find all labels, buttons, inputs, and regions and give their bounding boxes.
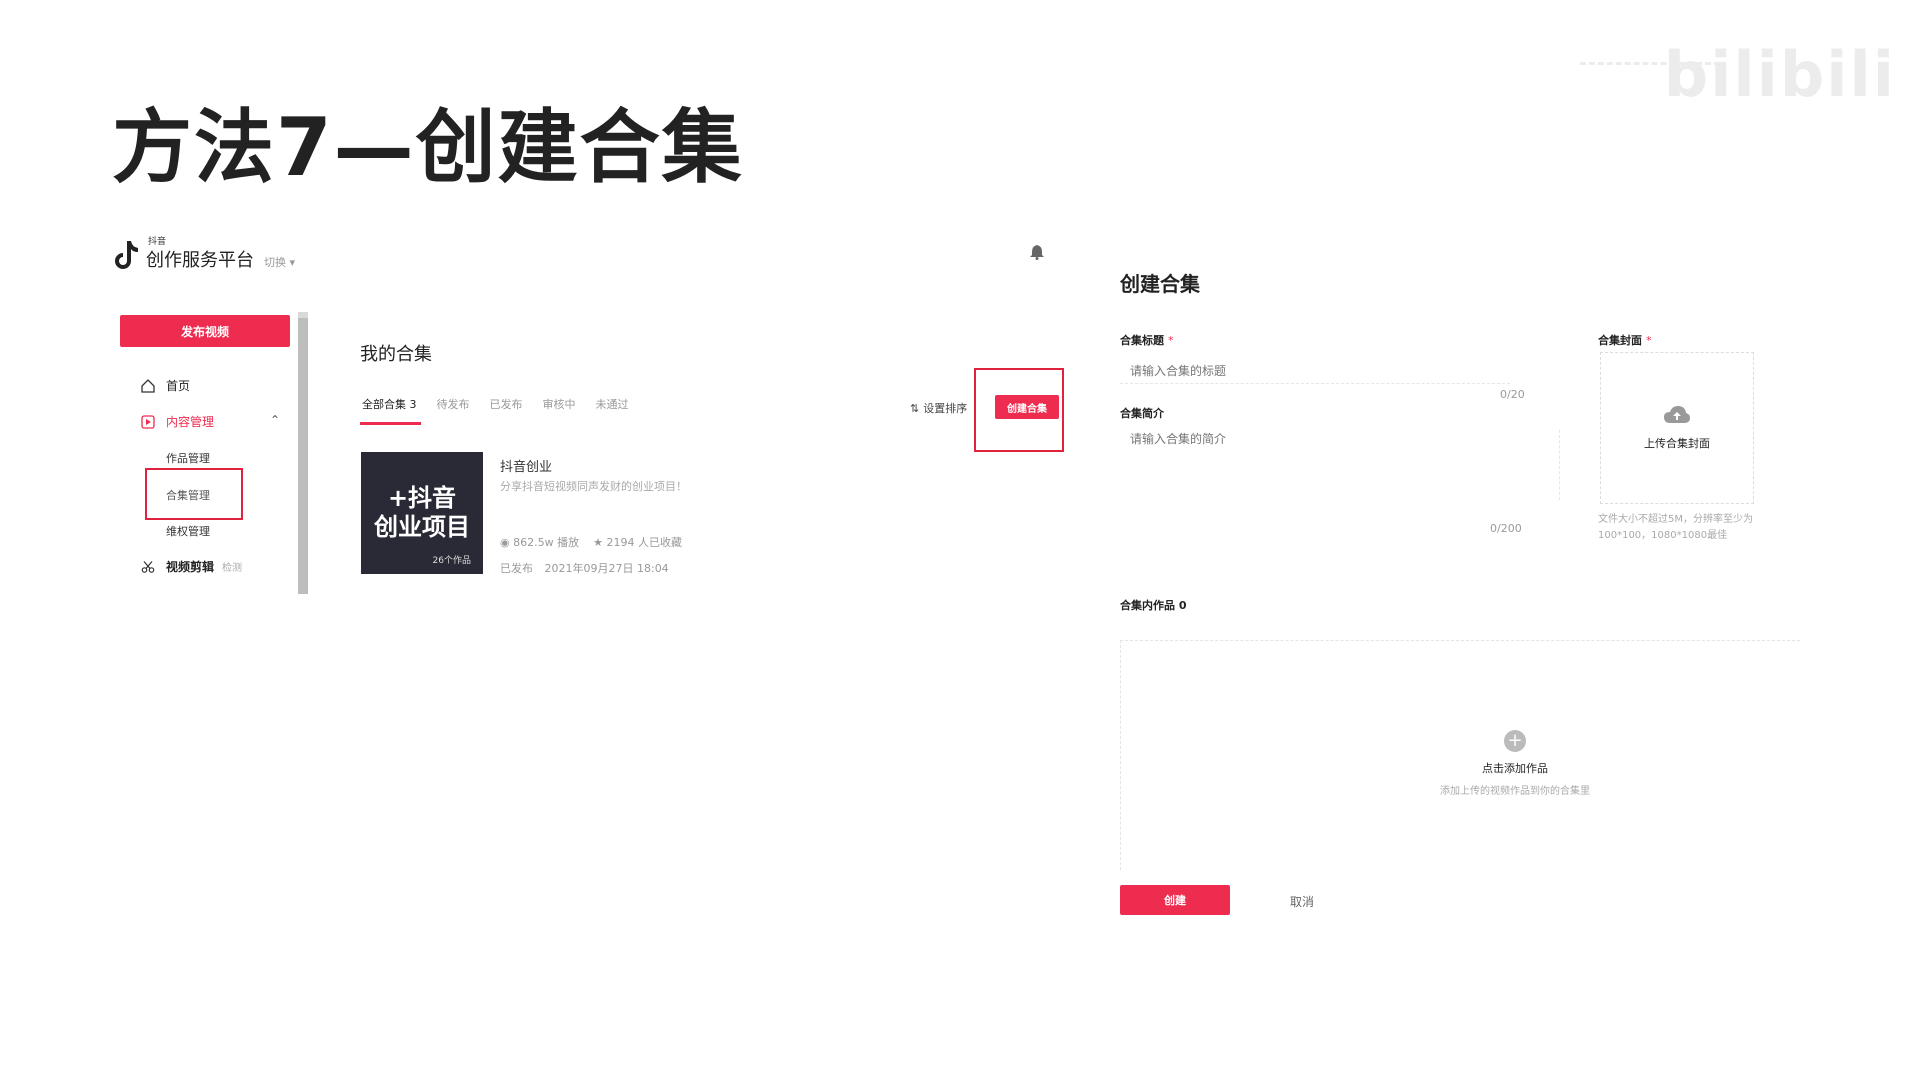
cover-label: 合集封面 *	[1598, 334, 1652, 347]
intro-counter: 0/200	[1490, 522, 1522, 535]
create-button[interactable]: 创建	[1120, 885, 1230, 915]
cover-upload-button[interactable]: 上传合集封面	[1600, 352, 1754, 504]
intro-label: 合集简介	[1120, 407, 1164, 420]
favs-stat: ★ 2194 人已收藏	[593, 536, 682, 549]
collection-title[interactable]: 抖音创业	[500, 456, 552, 475]
cover-line2: 创业项目	[374, 513, 470, 541]
title-label: 合集标题 *	[1120, 334, 1174, 347]
sidebar-item-home[interactable]: 首页	[140, 377, 190, 394]
sidebar-item-video-edit[interactable]: 视频剪辑 检测	[140, 558, 242, 575]
sidebar-item-rights[interactable]: 维权管理	[166, 523, 210, 539]
add-work-hint: 添加上传的视频作品到你的合集里	[1440, 786, 1590, 797]
cancel-button[interactable]: 取消	[1290, 893, 1314, 910]
required-mark: *	[1646, 334, 1652, 347]
chevron-up-icon[interactable]: ⌃	[270, 413, 280, 427]
collection-desc: 分享抖音短视频同声发财的创业项目！	[500, 480, 687, 493]
cover-count: 26个作品	[432, 556, 471, 566]
collection-date: 已发布 2021年09月27日 18:04	[500, 560, 669, 576]
app-logo[interactable]: 抖音 创作服务平台 切换 ▾	[112, 237, 295, 272]
collection-title-input[interactable]	[1120, 358, 1510, 384]
title-counter: 0/20	[1500, 388, 1525, 401]
slide-title: 方法7—创建合集	[112, 101, 744, 194]
tab-published[interactable]: 已发布	[490, 396, 523, 412]
page-title: 我的合集	[360, 344, 432, 365]
cover-hint: 文件大小不超过5M，分辨率至少为100*100，1080*1080最佳	[1598, 514, 1753, 541]
sidebar-item-label: 首页	[166, 379, 191, 393]
collection-stats: ◉ 862.5w 播放 ★ 2194 人已收藏	[500, 534, 682, 550]
scrollbar-thumb[interactable]	[298, 318, 308, 594]
tiktok-note-icon	[112, 239, 140, 271]
sort-icon: ⇅	[910, 401, 920, 415]
sidebar-item-works[interactable]: 作品管理	[166, 450, 210, 466]
collection-tabs: 全部合集 3 待发布 已发布 审核中 未通过	[362, 396, 629, 412]
works-label: 合集内作品 0	[1120, 599, 1187, 612]
bilibili-watermark: bilibili	[1663, 38, 1896, 111]
add-work-label: 点击添加作品	[1482, 762, 1548, 775]
collection-intro-input[interactable]	[1120, 430, 1560, 500]
tab-reviewing[interactable]: 审核中	[543, 396, 576, 412]
plus-circle-icon: +	[1504, 730, 1526, 752]
highlight-box-create	[974, 368, 1064, 452]
sidebar-item-label: 内容管理	[166, 415, 215, 429]
upload-label: 上传合集封面	[1644, 437, 1710, 450]
publish-date: 2021年09月27日 18:04	[544, 562, 669, 575]
tab-pending[interactable]: 待发布	[437, 396, 470, 412]
collection-cover[interactable]: +抖音 创业项目 26个作品	[361, 452, 483, 574]
status-label: 已发布	[500, 562, 533, 575]
brand-small-label: 抖音	[148, 237, 167, 247]
switch-dropdown[interactable]: 切换 ▾	[264, 254, 295, 270]
video-content-icon	[140, 414, 156, 430]
home-icon	[140, 378, 156, 394]
scissors-icon	[140, 559, 156, 575]
active-tab-indicator	[360, 422, 421, 425]
required-mark: *	[1168, 334, 1174, 347]
plays-stat: ◉ 862.5w 播放	[500, 536, 580, 549]
publish-video-button[interactable]: 发布视频	[120, 315, 290, 347]
sidebar-item-content[interactable]: 内容管理	[140, 413, 214, 430]
form-title: 创建合集	[1120, 272, 1200, 296]
cloud-upload-icon	[1663, 405, 1691, 429]
tab-rejected[interactable]: 未通过	[596, 396, 629, 412]
eye-icon: ◉	[500, 536, 514, 549]
brand-name: 创作服务平台	[146, 250, 254, 271]
sort-label: 设置排序	[923, 402, 968, 415]
sidebar-item-tag: 检测	[222, 563, 243, 574]
sidebar-item-label: 视频剪辑	[166, 560, 215, 574]
cover-line1: +抖音	[387, 484, 457, 513]
add-work-button[interactable]: + 点击添加作品 添加上传的视频作品到你的合集里	[1390, 730, 1640, 797]
tab-all[interactable]: 全部合集 3	[362, 396, 417, 412]
bell-icon[interactable]	[1030, 244, 1044, 264]
star-icon: ★	[593, 536, 607, 549]
highlight-box-collections	[145, 468, 243, 520]
sort-button[interactable]: ⇅ 设置排序	[910, 400, 967, 416]
